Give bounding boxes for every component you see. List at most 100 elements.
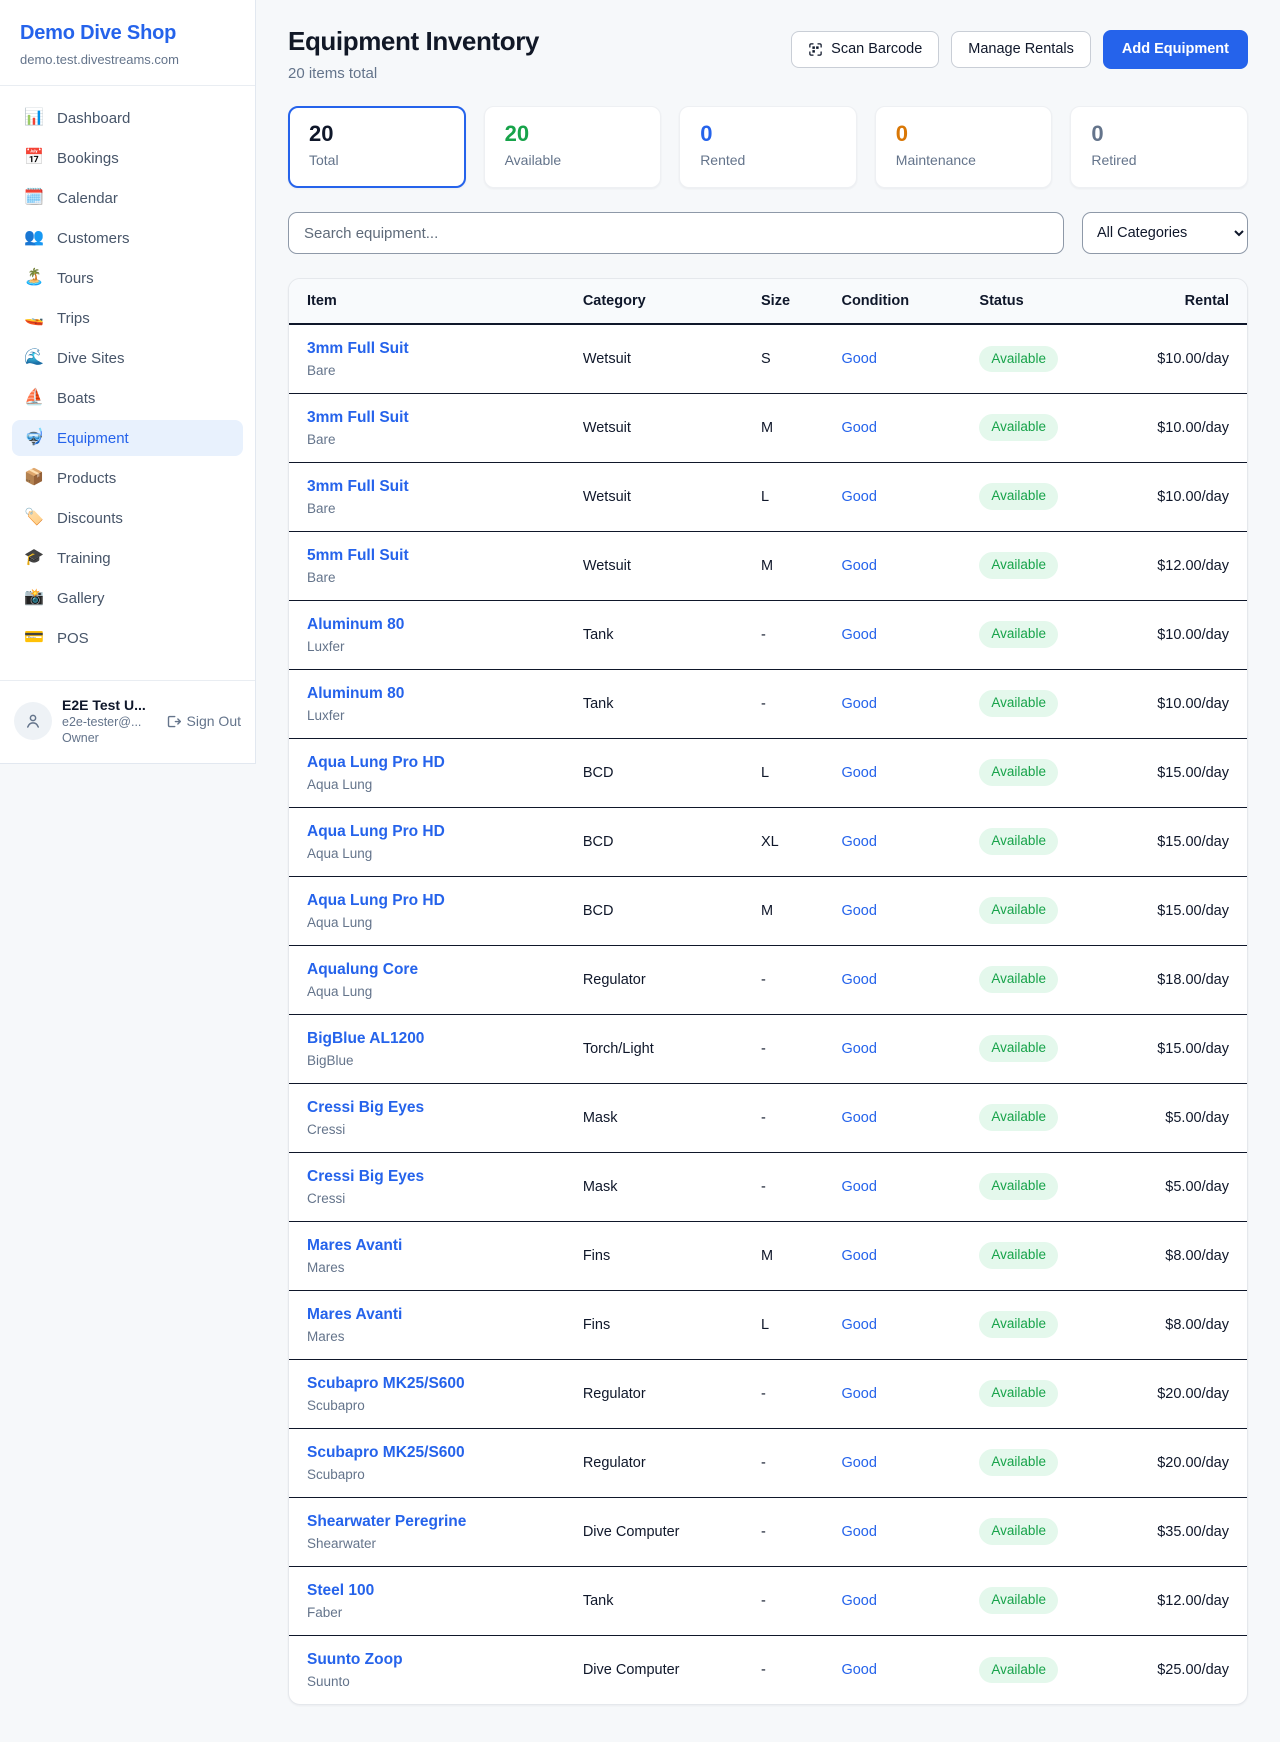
item-name-link[interactable]: Steel 100 [307,1582,374,1600]
sidebar-item-gallery[interactable]: 📸 Gallery [12,580,243,616]
stat-card-rented[interactable]: 0 Rented [679,106,857,188]
item-name-link[interactable]: Aqualung Core [307,961,418,979]
item-name-link[interactable]: Scubapro MK25/S600 [307,1375,465,1393]
item-size: M [745,1221,825,1290]
category-filter-select[interactable]: All Categories [1082,212,1248,254]
condition-link[interactable]: Good [841,558,876,574]
user-panel: E2E Test U... e2e-tester@... Owner Sign … [0,680,255,763]
item-brand: Shearwater [307,1536,551,1551]
item-name-link[interactable]: Aqua Lung Pro HD [307,754,445,772]
sidebar-item-tours[interactable]: 🏝️ Tours [12,260,243,296]
condition-link[interactable]: Good [841,1317,876,1333]
sidebar-item-trips[interactable]: 🚤 Trips [12,300,243,336]
stat-card-available[interactable]: 20 Available [484,106,662,188]
stat-value: 0 [1091,122,1227,146]
condition-link[interactable]: Good [841,1593,876,1609]
sidebar-item-bookings[interactable]: 📅 Bookings [12,140,243,176]
stat-card-total[interactable]: 20 Total [288,106,466,188]
condition-link[interactable]: Good [841,1524,876,1540]
sidebar-item-discounts[interactable]: 🏷️ Discounts [12,500,243,536]
add-equipment-button[interactable]: Add Equipment [1103,30,1248,69]
item-name-link[interactable]: Aqua Lung Pro HD [307,823,445,841]
table-row: Aqualung Core Aqua Lung Regulator - Good… [289,945,1247,1014]
status-badge: Available [979,897,1058,923]
condition-link[interactable]: Good [841,1110,876,1126]
condition-link[interactable]: Good [841,972,876,988]
manage-rentals-button[interactable]: Manage Rentals [951,31,1091,68]
item-size: M [745,531,825,600]
item-category: Fins [567,1290,745,1359]
item-name-link[interactable]: 5mm Full Suit [307,547,409,565]
condition-link[interactable]: Good [841,1248,876,1264]
barcode-scan-icon [808,42,823,57]
sign-out-label: Sign Out [187,713,241,729]
rental-price: $15.00/day [1157,1041,1229,1057]
nav-item-icon: 📸 [24,590,44,606]
search-input[interactable] [288,212,1064,254]
sidebar-item-equipment[interactable]: 🤿 Equipment [12,420,243,456]
shop-name: Demo Dive Shop [20,22,235,45]
condition-link[interactable]: Good [841,420,876,436]
item-category: Wetsuit [567,531,745,600]
item-name-link[interactable]: Shearwater Peregrine [307,1513,466,1531]
filter-bar: All Categories [288,212,1248,254]
item-name-link[interactable]: BigBlue AL1200 [307,1030,424,1048]
item-name-link[interactable]: 3mm Full Suit [307,340,409,358]
item-name-link[interactable]: Aqua Lung Pro HD [307,892,445,910]
item-category: Tank [567,1566,745,1635]
item-name-link[interactable]: Cressi Big Eyes [307,1168,424,1186]
stat-value: 0 [896,122,1032,146]
sidebar-item-dive-sites[interactable]: 🌊 Dive Sites [12,340,243,376]
sign-out-button[interactable]: Sign Out [166,713,241,729]
condition-link[interactable]: Good [841,765,876,781]
condition-link[interactable]: Good [841,1179,876,1195]
sidebar-item-pos[interactable]: 💳 POS [12,620,243,656]
status-badge: Available [979,1104,1058,1130]
item-size: - [745,1359,825,1428]
rental-price: $12.00/day [1157,1593,1229,1609]
item-name-link[interactable]: Mares Avanti [307,1237,402,1255]
sidebar-item-products[interactable]: 📦 Products [12,460,243,496]
item-size: M [745,876,825,945]
sidebar-item-boats[interactable]: ⛵ Boats [12,380,243,416]
item-name-link[interactable]: Aluminum 80 [307,616,404,634]
item-category: Dive Computer [567,1635,745,1704]
table-row: 5mm Full Suit Bare Wetsuit M Good Availa… [289,531,1247,600]
sidebar-item-customers[interactable]: 👥 Customers [12,220,243,256]
item-name-link[interactable]: Aluminum 80 [307,685,404,703]
item-name-link[interactable]: 3mm Full Suit [307,409,409,427]
condition-link[interactable]: Good [841,696,876,712]
page-header: Equipment Inventory 20 items total Scan … [288,26,1248,82]
item-name-link[interactable]: Cressi Big Eyes [307,1099,424,1117]
item-name-link[interactable]: Mares Avanti [307,1306,402,1324]
sidebar-item-calendar[interactable]: 🗓️ Calendar [12,180,243,216]
item-name-link[interactable]: Suunto Zoop [307,1651,403,1669]
stat-card-retired[interactable]: 0 Retired [1070,106,1248,188]
scan-barcode-button[interactable]: Scan Barcode [791,31,939,68]
condition-link[interactable]: Good [841,627,876,643]
condition-link[interactable]: Good [841,351,876,367]
item-category: Fins [567,1221,745,1290]
sidebar-item-training[interactable]: 🎓 Training [12,540,243,576]
status-badge: Available [979,1173,1058,1199]
condition-link[interactable]: Good [841,1662,876,1678]
nav-item-icon: ⛵ [24,390,44,406]
table-row: Cressi Big Eyes Cressi Mask - Good Avail… [289,1083,1247,1152]
item-size: - [745,945,825,1014]
stat-label: Available [505,152,641,168]
nav-item-icon: 🏝️ [24,270,44,286]
item-name-link[interactable]: 3mm Full Suit [307,478,409,496]
condition-link[interactable]: Good [841,834,876,850]
item-name-link[interactable]: Scubapro MK25/S600 [307,1444,465,1462]
condition-link[interactable]: Good [841,903,876,919]
nav-item-label: Calendar [57,191,118,206]
stat-card-maintenance[interactable]: 0 Maintenance [875,106,1053,188]
condition-link[interactable]: Good [841,1386,876,1402]
rental-price: $15.00/day [1157,903,1229,919]
condition-link[interactable]: Good [841,1455,876,1471]
condition-link[interactable]: Good [841,489,876,505]
nav-item-icon: 🤿 [24,430,44,446]
sidebar-item-dashboard[interactable]: 📊 Dashboard [12,100,243,136]
rental-price: $8.00/day [1165,1317,1229,1333]
condition-link[interactable]: Good [841,1041,876,1057]
